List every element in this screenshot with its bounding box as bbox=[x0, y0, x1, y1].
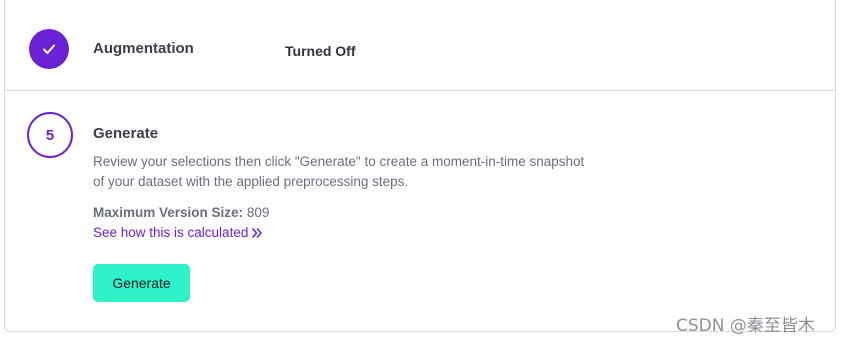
generate-title: Generate bbox=[93, 125, 159, 142]
version-steps-card: Augmentation Turned Off 5 Generate Revie… bbox=[4, 0, 836, 332]
check-icon bbox=[43, 44, 55, 54]
generate-description: Review your selections then click "Gener… bbox=[93, 154, 585, 189]
augmentation-status: Turned Off bbox=[285, 43, 356, 59]
calculation-link-label: See how this is calculated bbox=[93, 225, 249, 240]
augmentation-step: Augmentation Turned Off bbox=[5, 0, 835, 91]
augmentation-title: Augmentation bbox=[93, 40, 194, 57]
calculation-link[interactable]: See how this is calculated bbox=[93, 225, 263, 240]
max-version-size-value: 809 bbox=[246, 205, 270, 220]
double-chevron-right-icon bbox=[252, 228, 262, 238]
step-number-badge: 5 bbox=[27, 112, 73, 158]
watermark: CSDN @秦至皆木 bbox=[676, 316, 815, 336]
generate-button[interactable]: Generate bbox=[93, 264, 190, 302]
max-version-size-label: Maximum Version Size: bbox=[93, 205, 244, 220]
step-complete-badge bbox=[29, 29, 69, 69]
max-version-size: Maximum Version Size: 809 bbox=[93, 205, 269, 220]
